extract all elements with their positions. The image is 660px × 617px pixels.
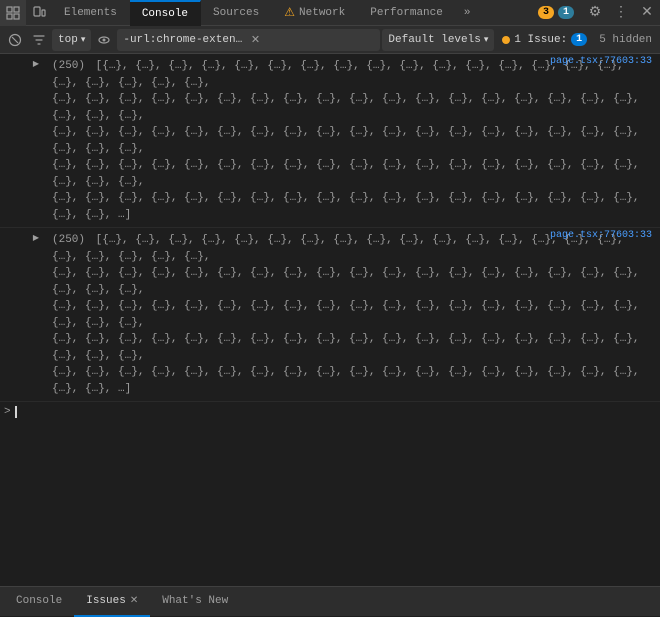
tab-badges: 3 1 (538, 6, 582, 19)
settings-icon[interactable]: ⚙ (582, 0, 608, 26)
devtools-tab-bar: Elements Console Sources ⚠ Network Perfo… (0, 0, 660, 26)
console-toolbar: top ▾ -url:chrome-extension://fmkadmapg … (0, 26, 660, 54)
expand-arrow[interactable]: ▶ (24, 230, 48, 399)
tab-performance[interactable]: Performance (358, 0, 456, 26)
log-objects-5: {…}, {…}, {…}, {…}, {…}, {…}, {…}, {…}, … (52, 366, 640, 395)
issue-counter[interactable]: 1 Issue: 1 (496, 31, 593, 48)
badge-notifications: 3 (538, 6, 554, 19)
chevron-down-icon: ▾ (484, 35, 489, 45)
clear-console-button[interactable] (4, 29, 26, 51)
url-filter-bar[interactable]: -url:chrome-extension://fmkadmapg ✕ (117, 29, 380, 51)
console-output[interactable]: ▶ (250) [{…}, {…}, {…}, {…}, {…}, {…}, {… (0, 54, 660, 586)
tab-network[interactable]: ⚠ Network (272, 0, 358, 26)
log-objects-4: {…}, {…}, {…}, {…}, {…}, {…}, {…}, {…}, … (52, 333, 640, 362)
log-objects-2: {…}, {…}, {…}, {…}, {…}, {…}, {…}, {…}, … (52, 267, 640, 296)
warning-icon: ⚠ (284, 5, 295, 20)
tab-console[interactable]: Console (130, 0, 201, 26)
bottom-tab-bar: Console Issues ✕ What's New (0, 586, 660, 616)
tab-console-bottom[interactable]: Console (4, 587, 74, 617)
log-levels-dropdown[interactable]: Default levels ▾ (382, 29, 494, 51)
log-source-link[interactable]: page.tsx:77603:33 (550, 56, 652, 67)
context-selector[interactable]: top ▾ (52, 29, 91, 51)
tab-elements[interactable]: Elements (52, 0, 130, 26)
issue-dot-icon (502, 36, 510, 44)
tab-sources[interactable]: Sources (201, 0, 272, 26)
log-objects: [{…}, {…}, {…}, {…}, {…}, {…}, {…}, {…},… (52, 234, 624, 263)
log-content: (250) [{…}, {…}, {…}, {…}, {…}, {…}, {…}… (48, 230, 660, 399)
log-objects-5: {…}, {…}, {…}, {…}, {…}, {…}, {…}, {…}, … (52, 192, 640, 221)
close-devtools-icon[interactable]: ✕ (634, 0, 660, 26)
tab-whats-new[interactable]: What's New (150, 587, 240, 617)
log-gutter (0, 230, 24, 399)
log-objects-3: {…}, {…}, {…}, {…}, {…}, {…}, {…}, {…}, … (52, 300, 640, 329)
inspect-icon[interactable] (0, 0, 26, 26)
hidden-count-label: 5 hidden (595, 34, 656, 46)
log-content: (250) [{…}, {…}, {…}, {…}, {…}, {…}, {…}… (48, 56, 660, 225)
log-count: (250) (52, 60, 85, 72)
log-entry: ▶ (250) [{…}, {…}, {…}, {…}, {…}, {…}, {… (0, 228, 660, 402)
log-gutter (0, 56, 24, 225)
expand-arrow[interactable]: ▶ (24, 56, 48, 225)
console-input-line[interactable]: > (0, 402, 660, 422)
log-objects-3: {…}, {…}, {…}, {…}, {…}, {…}, {…}, {…}, … (52, 126, 640, 155)
log-objects: [{…}, {…}, {…}, {…}, {…}, {…}, {…}, {…},… (52, 60, 624, 89)
log-count: (250) (52, 234, 85, 246)
chevron-down-icon: ▾ (81, 35, 86, 45)
text-cursor (15, 406, 17, 418)
badge-info: 1 (558, 6, 574, 19)
log-objects-2: {…}, {…}, {…}, {…}, {…}, {…}, {…}, {…}, … (52, 93, 640, 122)
log-objects-4: {…}, {…}, {…}, {…}, {…}, {…}, {…}, {…}, … (52, 159, 640, 188)
filter-button[interactable] (28, 29, 50, 51)
issue-count-badge: 1 (571, 33, 587, 46)
eye-button[interactable] (93, 29, 115, 51)
log-source-link[interactable]: page.tsx:77603:33 (550, 230, 652, 241)
device-icon[interactable] (26, 0, 52, 26)
cursor-prompt-icon: > (4, 406, 11, 418)
more-tabs-button[interactable]: » (456, 7, 479, 19)
tab-issues[interactable]: Issues ✕ (74, 587, 150, 617)
log-entry: ▶ (250) [{…}, {…}, {…}, {…}, {…}, {…}, {… (0, 54, 660, 228)
more-options-icon[interactable]: ⋮ (608, 0, 634, 26)
url-clear-icon[interactable]: ✕ (247, 33, 375, 47)
close-issues-tab-icon[interactable]: ✕ (130, 595, 138, 607)
